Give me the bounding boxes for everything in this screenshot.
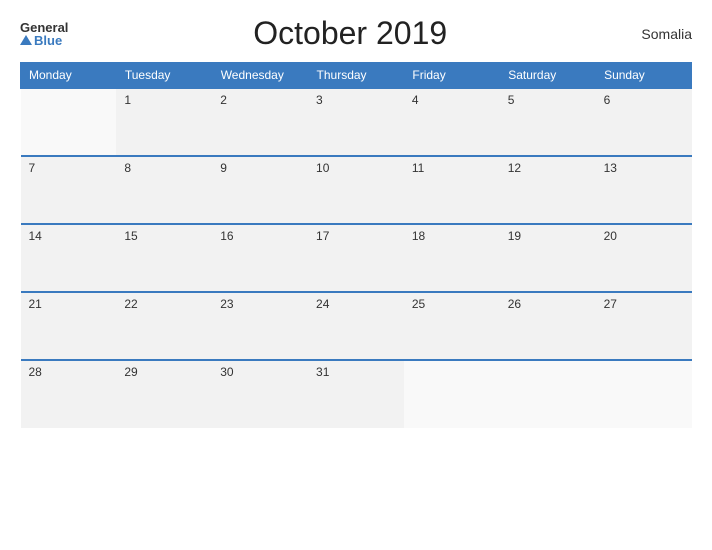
calendar-cell: 8 xyxy=(116,156,212,224)
country-label: Somalia xyxy=(632,26,692,42)
calendar-cell: 3 xyxy=(308,88,404,156)
calendar-cell: 9 xyxy=(212,156,308,224)
calendar-cell xyxy=(21,88,117,156)
day-number: 19 xyxy=(508,229,521,243)
weekday-thursday: Thursday xyxy=(308,63,404,89)
day-number: 26 xyxy=(508,297,521,311)
day-number: 10 xyxy=(316,161,329,175)
day-number: 12 xyxy=(508,161,521,175)
day-number: 20 xyxy=(604,229,617,243)
calendar-cell: 14 xyxy=(21,224,117,292)
day-number: 2 xyxy=(220,93,227,107)
logo: General Blue xyxy=(20,21,68,47)
calendar-body: 1234567891011121314151617181920212223242… xyxy=(21,88,692,428)
calendar-cell: 29 xyxy=(116,360,212,428)
calendar-cell: 10 xyxy=(308,156,404,224)
day-number: 24 xyxy=(316,297,329,311)
day-number: 7 xyxy=(29,161,36,175)
calendar-cell: 19 xyxy=(500,224,596,292)
day-number: 17 xyxy=(316,229,329,243)
calendar-cell: 21 xyxy=(21,292,117,360)
calendar-cell: 13 xyxy=(596,156,692,224)
day-number: 3 xyxy=(316,93,323,107)
calendar-cell: 27 xyxy=(596,292,692,360)
calendar-cell: 15 xyxy=(116,224,212,292)
weekday-saturday: Saturday xyxy=(500,63,596,89)
calendar-cell: 18 xyxy=(404,224,500,292)
calendar-cell: 26 xyxy=(500,292,596,360)
day-number: 16 xyxy=(220,229,233,243)
day-number: 31 xyxy=(316,365,329,379)
calendar-cell: 20 xyxy=(596,224,692,292)
day-number: 8 xyxy=(124,161,131,175)
calendar-cell: 6 xyxy=(596,88,692,156)
day-number: 18 xyxy=(412,229,425,243)
day-number: 14 xyxy=(29,229,42,243)
day-number: 22 xyxy=(124,297,137,311)
weekday-sunday: Sunday xyxy=(596,63,692,89)
day-number: 11 xyxy=(412,161,424,175)
week-row-1: 7 8 9 10 11 12 13 xyxy=(21,156,692,224)
month-title: October 2019 xyxy=(68,15,632,52)
calendar-table: MondayTuesdayWednesdayThursdayFridaySatu… xyxy=(20,62,692,428)
calendar-cell: 1 xyxy=(116,88,212,156)
day-number: 9 xyxy=(220,161,227,175)
calendar-cell: 25 xyxy=(404,292,500,360)
day-number: 23 xyxy=(220,297,233,311)
weekday-monday: Monday xyxy=(21,63,117,89)
day-number: 4 xyxy=(412,93,419,107)
calendar-cell: 24 xyxy=(308,292,404,360)
calendar-cell: 23 xyxy=(212,292,308,360)
day-number: 6 xyxy=(604,93,611,107)
day-number: 29 xyxy=(124,365,137,379)
logo-general-text: General xyxy=(20,21,68,34)
calendar-cell xyxy=(500,360,596,428)
calendar-header: General Blue October 2019 Somalia xyxy=(20,15,692,52)
calendar-cell xyxy=(596,360,692,428)
calendar-header-row: MondayTuesdayWednesdayThursdayFridaySatu… xyxy=(21,63,692,89)
calendar-cell: 22 xyxy=(116,292,212,360)
calendar-cell: 30 xyxy=(212,360,308,428)
weekday-tuesday: Tuesday xyxy=(116,63,212,89)
week-row-4: 28 29 30 31 xyxy=(21,360,692,428)
calendar-cell: 31 xyxy=(308,360,404,428)
weekday-header-row: MondayTuesdayWednesdayThursdayFridaySatu… xyxy=(21,63,692,89)
day-number: 1 xyxy=(124,93,131,107)
day-number: 25 xyxy=(412,297,425,311)
week-row-0: 1 2 3 4 5 6 xyxy=(21,88,692,156)
calendar-page: General Blue October 2019 Somalia Monday… xyxy=(0,0,712,550)
calendar-cell: 4 xyxy=(404,88,500,156)
calendar-cell: 28 xyxy=(21,360,117,428)
calendar-cell xyxy=(404,360,500,428)
weekday-friday: Friday xyxy=(404,63,500,89)
calendar-cell: 12 xyxy=(500,156,596,224)
logo-triangle-icon xyxy=(20,35,32,45)
calendar-cell: 2 xyxy=(212,88,308,156)
day-number: 30 xyxy=(220,365,233,379)
calendar-cell: 7 xyxy=(21,156,117,224)
calendar-cell: 11 xyxy=(404,156,500,224)
day-number: 15 xyxy=(124,229,137,243)
day-number: 5 xyxy=(508,93,515,107)
calendar-cell: 16 xyxy=(212,224,308,292)
weekday-wednesday: Wednesday xyxy=(212,63,308,89)
calendar-cell: 17 xyxy=(308,224,404,292)
calendar-cell: 5 xyxy=(500,88,596,156)
day-number: 27 xyxy=(604,297,617,311)
week-row-3: 21 22 23 24 25 26 27 xyxy=(21,292,692,360)
day-number: 13 xyxy=(604,161,617,175)
day-number: 28 xyxy=(29,365,42,379)
logo-blue-text: Blue xyxy=(20,34,68,47)
day-number: 21 xyxy=(29,297,42,311)
week-row-2: 14 15 16 17 18 19 20 xyxy=(21,224,692,292)
